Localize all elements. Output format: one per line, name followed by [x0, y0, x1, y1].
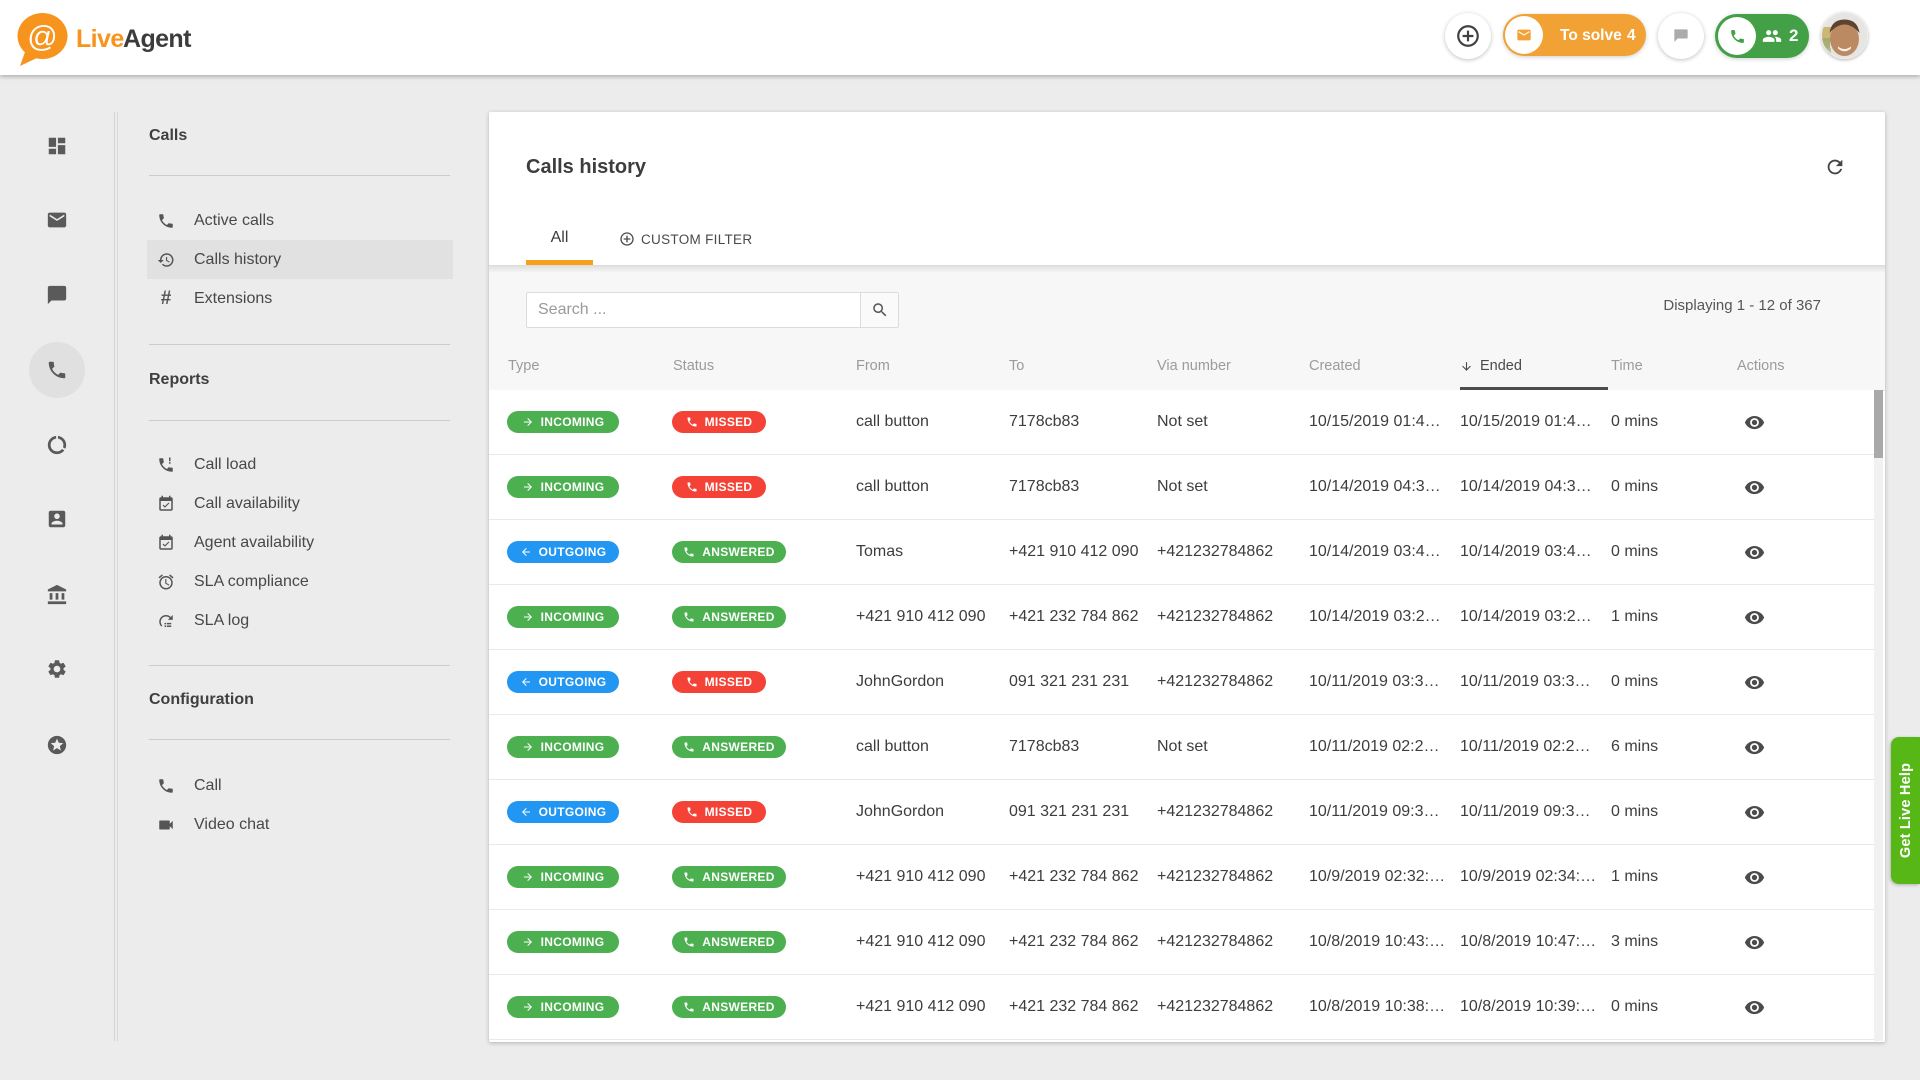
svg-text:Live: Live: [76, 25, 124, 53]
svg-text:Agent: Agent: [123, 25, 192, 53]
svg-text:@: @: [27, 21, 57, 54]
